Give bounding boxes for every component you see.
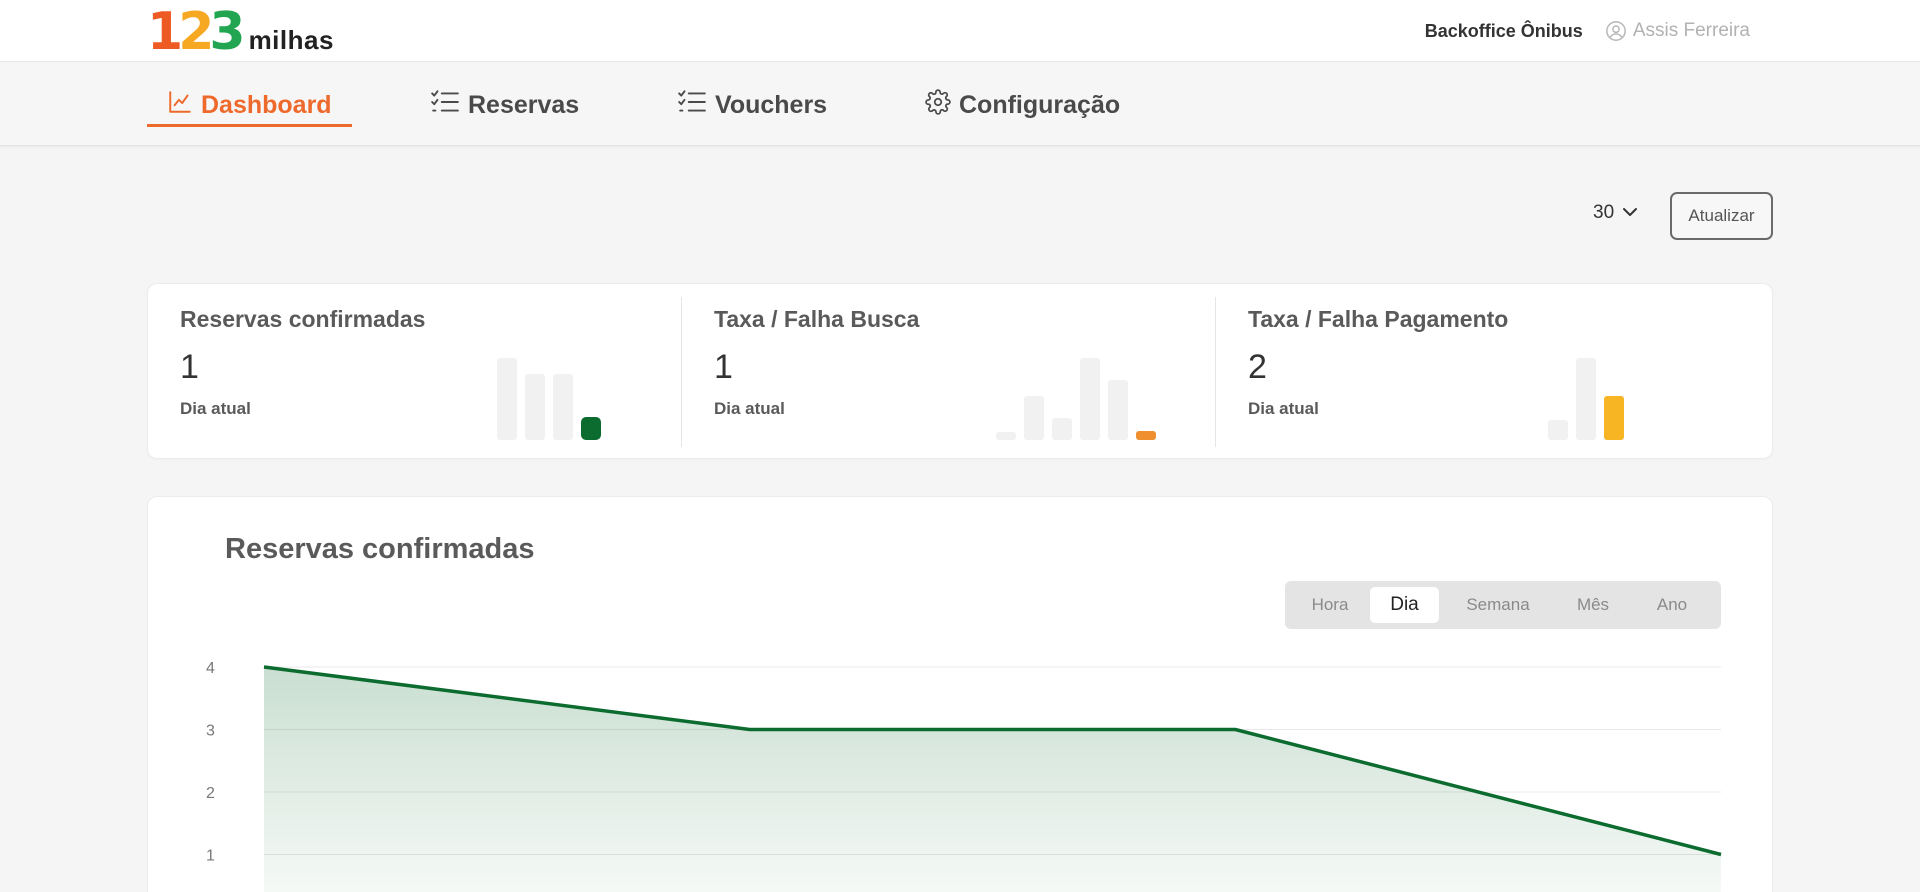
stat-falha-busca[interactable]: Taxa / Falha Busca 1 Dia atual	[682, 284, 1216, 460]
stat-label: Reservas confirmadas	[180, 306, 426, 332]
days-select[interactable]: 30	[1593, 202, 1638, 224]
period-dia[interactable]: Dia	[1370, 587, 1439, 623]
tab-label: Vouchers	[715, 90, 828, 119]
mini-bar-chart	[996, 358, 1156, 440]
header-right: Backoffice Ônibus Assis Ferreira	[1425, 20, 1750, 42]
mini-bar-current	[1136, 431, 1156, 440]
tab-vouchers[interactable]: Vouchers	[677, 85, 827, 125]
mini-bar-chart	[497, 358, 601, 440]
line-chart-icon	[167, 89, 193, 122]
mini-bar	[1080, 358, 1100, 440]
gear-icon	[925, 88, 951, 122]
refresh-button[interactable]: Atualizar	[1670, 192, 1773, 240]
mini-bar	[497, 358, 517, 440]
stats-panel: Reservas confirmadas 1 Dia atual Taxa / …	[147, 283, 1773, 459]
stat-value: 1	[714, 348, 733, 386]
mini-bar-current	[1604, 396, 1624, 440]
mini-bar	[1052, 418, 1072, 440]
tab-label: Reservas	[468, 90, 580, 119]
mini-bar	[553, 374, 573, 440]
y-tick-label: 4	[206, 660, 215, 677]
mini-bar-current	[581, 417, 601, 440]
tab-reservas[interactable]: Reservas	[430, 85, 579, 125]
days-value: 30	[1593, 202, 1615, 223]
logo-digit-3: 3	[209, 2, 245, 62]
brand-logo[interactable]: 1 2 3 milhas	[147, 2, 334, 62]
stat-period: Dia atual	[180, 399, 251, 418]
y-tick-label: 1	[206, 848, 215, 865]
mini-bar-chart	[1548, 358, 1624, 440]
stat-value: 1	[180, 348, 199, 386]
y-tick-label: 3	[206, 723, 215, 740]
period-selector: Hora Dia Semana Mês Ano	[1285, 581, 1721, 629]
tab-label: Configuração	[959, 90, 1121, 119]
area-fill	[264, 667, 1721, 892]
logo-digit-1: 1	[147, 2, 183, 62]
mini-bar	[1024, 396, 1044, 440]
tab-dashboard[interactable]: Dashboard	[147, 85, 352, 127]
checklist-icon	[430, 89, 460, 122]
app-name: Backoffice Ônibus	[1424, 20, 1583, 41]
user-circle-icon	[1605, 20, 1627, 42]
stat-period: Dia atual	[1248, 399, 1319, 418]
mini-bar	[1576, 358, 1596, 440]
logo-digit-2: 2	[178, 2, 214, 62]
user-name: Assis Ferreira	[1632, 20, 1750, 41]
main-nav: Dashboard Reservas Vouchers Configuração	[0, 63, 1920, 146]
mini-bar	[996, 432, 1016, 440]
stat-reservas-confirmadas[interactable]: Reservas confirmadas 1 Dia atual	[148, 284, 682, 460]
stat-falha-pagamento[interactable]: Taxa / Falha Pagamento 2 Dia atual	[1216, 284, 1774, 460]
period-ano[interactable]: Ano	[1629, 587, 1715, 623]
period-semana[interactable]: Semana	[1439, 587, 1557, 623]
chevron-down-icon	[1622, 202, 1638, 224]
chart-panel: Reservas confirmadas Hora Dia Semana Mês…	[147, 496, 1773, 892]
logo-word: milhas	[248, 25, 334, 55]
period-hora[interactable]: Hora	[1290, 587, 1370, 623]
mini-bar	[1108, 380, 1128, 440]
stat-label: Taxa / Falha Busca	[714, 306, 920, 332]
top-header: 1 2 3 milhas Backoffice Ônibus Assis Fer…	[0, 0, 1920, 62]
user-menu[interactable]: Assis Ferreira	[1605, 20, 1750, 42]
mini-bar	[1548, 420, 1568, 440]
active-tab-indicator	[147, 124, 352, 127]
tab-label: Dashboard	[201, 90, 332, 119]
checklist-icon	[677, 89, 707, 122]
y-tick-label: 2	[206, 785, 215, 802]
mini-bar	[525, 374, 545, 440]
stat-value: 2	[1248, 348, 1267, 386]
tab-configuracao[interactable]: Configuração	[925, 85, 1120, 125]
area-chart: 1 2 3 4	[206, 660, 1722, 892]
period-mes[interactable]: Mês	[1557, 587, 1629, 623]
stat-period: Dia atual	[714, 399, 785, 418]
stat-label: Taxa / Falha Pagamento	[1248, 306, 1509, 332]
chart-title: Reservas confirmadas	[225, 533, 535, 565]
